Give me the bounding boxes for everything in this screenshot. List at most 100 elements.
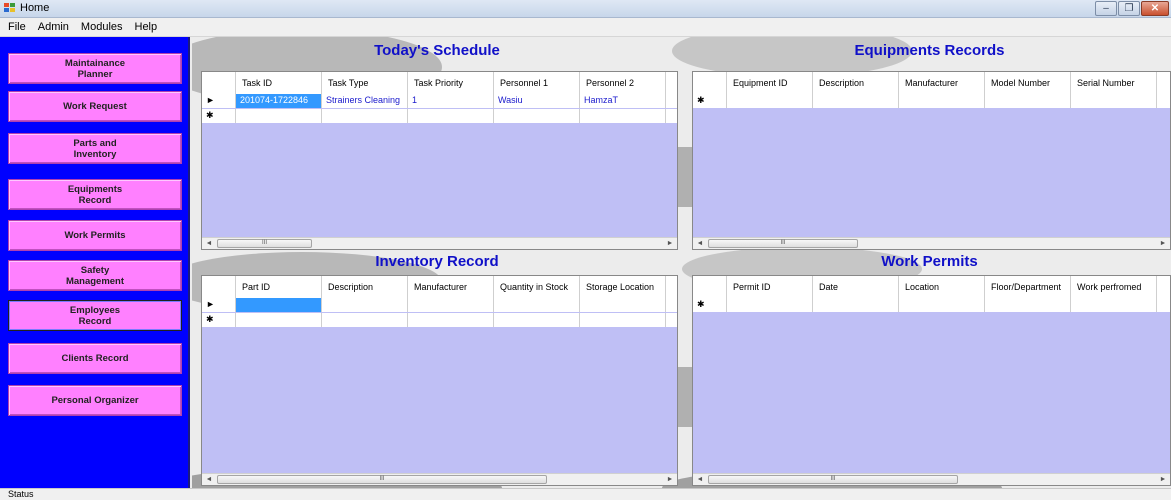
column-header[interactable]: Location <box>899 276 985 298</box>
column-header[interactable]: Task Type <box>322 72 408 94</box>
minimize-button[interactable]: – <box>1095 1 1117 16</box>
permits-grid[interactable]: Permit ID Date Location Floor/Department… <box>692 275 1171 486</box>
column-header[interactable]: Equipment ID <box>727 72 813 94</box>
column-header[interactable]: Manufacturer <box>408 276 494 298</box>
scroll-thumb[interactable]: III <box>217 239 312 248</box>
cell[interactable]: HamzaT <box>580 94 666 108</box>
new-row[interactable]: ✱ <box>202 313 677 327</box>
row-indicator[interactable]: ✱ <box>202 109 236 123</box>
cell[interactable] <box>494 109 580 123</box>
cell[interactable] <box>408 298 494 312</box>
cell[interactable]: 201074-1722846 <box>236 94 322 108</box>
work-permits-button[interactable]: Work Permits <box>8 220 182 251</box>
cell[interactable] <box>322 298 408 312</box>
new-row[interactable]: ✱ <box>202 109 677 123</box>
cell[interactable] <box>236 313 322 327</box>
cell[interactable] <box>580 109 666 123</box>
cell[interactable] <box>236 109 322 123</box>
horizontal-scrollbar[interactable]: ◄ III ► <box>693 237 1170 249</box>
scroll-left-icon[interactable]: ◄ <box>693 474 707 485</box>
menu-admin[interactable]: Admin <box>32 21 75 33</box>
cell[interactable]: Wasiu <box>494 94 580 108</box>
menu-file[interactable]: File <box>2 21 32 33</box>
column-header[interactable]: Storage Location <box>580 276 666 298</box>
column-header[interactable]: Quantity in Stock <box>494 276 580 298</box>
safety-management-button[interactable]: Safety Management <box>8 260 182 291</box>
clients-record-button[interactable]: Clients Record <box>8 343 182 374</box>
equipments-record-button[interactable]: Equipments Record <box>8 179 182 210</box>
column-header[interactable] <box>1157 72 1170 94</box>
cell[interactable] <box>899 298 985 312</box>
cell[interactable] <box>322 109 408 123</box>
cell[interactable] <box>408 109 494 123</box>
column-header[interactable] <box>1157 276 1170 298</box>
cell[interactable] <box>666 109 677 123</box>
parts-and-inventory-button[interactable]: Parts and Inventory <box>8 133 182 164</box>
cell[interactable] <box>408 313 494 327</box>
table-row[interactable]: ► <box>202 298 677 312</box>
cell[interactable] <box>1071 298 1157 312</box>
column-header[interactable]: Date <box>813 276 899 298</box>
cell[interactable]: 1 <box>408 94 494 108</box>
column-header[interactable]: Part ID <box>236 276 322 298</box>
work-request-button[interactable]: Work Request <box>8 91 182 122</box>
scroll-thumb[interactable]: III <box>708 475 958 484</box>
scroll-left-icon[interactable]: ◄ <box>202 238 216 249</box>
row-indicator[interactable]: ► <box>202 298 236 312</box>
equipment-grid[interactable]: Equipment ID Description Manufacturer Mo… <box>692 71 1171 250</box>
inventory-grid[interactable]: Part ID Description Manufacturer Quantit… <box>201 275 678 486</box>
menu-help[interactable]: Help <box>129 21 164 33</box>
cell[interactable] <box>1157 298 1170 312</box>
schedule-grid[interactable]: Task ID Task Type Task Priority Personne… <box>201 71 678 250</box>
cell[interactable] <box>727 94 813 108</box>
column-header[interactable]: Permit ID <box>727 276 813 298</box>
cell[interactable] <box>580 313 666 327</box>
cell[interactable] <box>985 94 1071 108</box>
cell[interactable] <box>494 298 580 312</box>
cell[interactable] <box>666 94 677 108</box>
cell[interactable] <box>813 94 899 108</box>
cell[interactable] <box>985 298 1071 312</box>
employees-record-button[interactable]: Employees Record <box>8 300 182 331</box>
table-row[interactable]: ► 201074-1722846 Strainers Cleaning 1 Wa… <box>202 94 677 108</box>
column-header[interactable] <box>666 276 677 298</box>
column-header[interactable]: Task ID <box>236 72 322 94</box>
scroll-thumb[interactable]: III <box>708 239 858 248</box>
scroll-right-icon[interactable]: ► <box>663 474 677 485</box>
column-header[interactable]: Serial Number <box>1071 72 1157 94</box>
scroll-left-icon[interactable]: ◄ <box>693 238 707 249</box>
cell[interactable] <box>666 313 677 327</box>
row-indicator[interactable]: ► <box>202 94 236 108</box>
row-indicator[interactable]: ✱ <box>202 313 236 327</box>
scroll-right-icon[interactable]: ► <box>1156 474 1170 485</box>
cell[interactable] <box>494 313 580 327</box>
horizontal-scrollbar[interactable]: ◄ III ► <box>693 473 1170 485</box>
column-header[interactable] <box>666 72 677 94</box>
scroll-right-icon[interactable]: ► <box>1156 238 1170 249</box>
cell[interactable] <box>899 94 985 108</box>
cell[interactable] <box>1157 94 1170 108</box>
cell[interactable]: Strainers Cleaning <box>322 94 408 108</box>
row-indicator[interactable]: ✱ <box>693 298 727 312</box>
personal-organizer-button[interactable]: Personal Organizer <box>8 385 182 416</box>
menu-modules[interactable]: Modules <box>75 21 129 33</box>
new-row[interactable]: ✱ <box>693 298 1170 312</box>
scroll-left-icon[interactable]: ◄ <box>202 474 216 485</box>
maintainance-planner-button[interactable]: Maintainance Planner <box>8 53 182 84</box>
column-header[interactable]: Personnel 2 <box>580 72 666 94</box>
column-header[interactable]: Description <box>322 276 408 298</box>
column-header[interactable]: Manufacturer <box>899 72 985 94</box>
new-row[interactable]: ✱ <box>693 94 1170 108</box>
cell[interactable] <box>1071 94 1157 108</box>
horizontal-scrollbar[interactable]: ◄ III ► <box>202 237 677 249</box>
column-header[interactable]: Personnel 1 <box>494 72 580 94</box>
cell[interactable] <box>236 298 322 312</box>
cell[interactable] <box>727 298 813 312</box>
horizontal-scrollbar[interactable]: ◄ III ► <box>202 473 677 485</box>
cell[interactable] <box>813 298 899 312</box>
cell[interactable] <box>580 298 666 312</box>
scroll-right-icon[interactable]: ► <box>663 238 677 249</box>
scroll-thumb[interactable]: III <box>217 475 547 484</box>
cell[interactable] <box>666 298 677 312</box>
column-header[interactable]: Floor/Department <box>985 276 1071 298</box>
